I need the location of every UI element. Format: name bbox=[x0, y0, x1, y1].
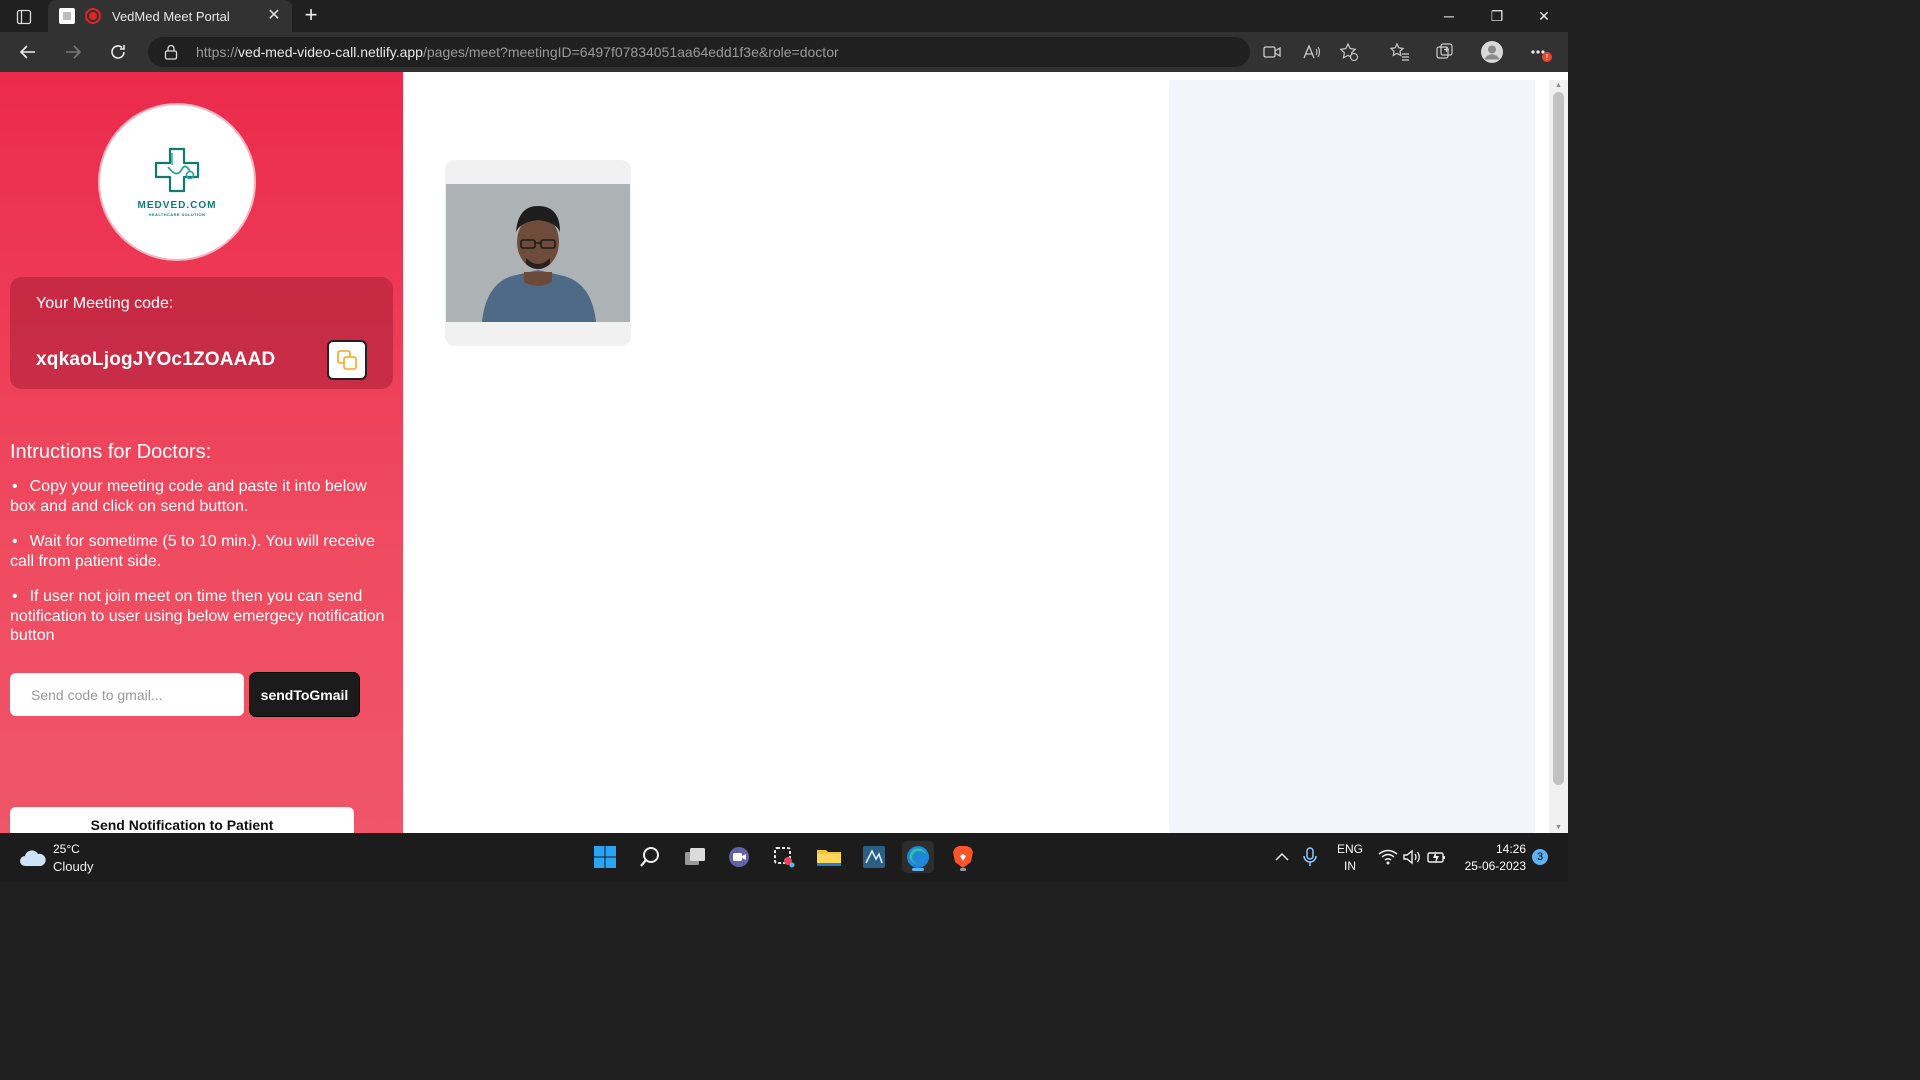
profile-avatar-icon[interactable] bbox=[1480, 40, 1504, 64]
web-page: MEDVED.COM HEALTHCARE SOLUTION Your Meet… bbox=[0, 72, 1568, 833]
url-text[interactable]: https://ved-med-video-call.netlify.app/p… bbox=[196, 44, 839, 60]
video-call-area bbox=[403, 72, 1169, 833]
windows-start-icon[interactable] bbox=[589, 841, 621, 873]
weather-temperature[interactable]: 25°C bbox=[53, 842, 80, 856]
minimize-button[interactable]: ─ bbox=[1426, 2, 1472, 30]
svg-text:!: ! bbox=[1546, 53, 1548, 62]
task-view-icon[interactable] bbox=[679, 841, 711, 873]
forward-button[interactable] bbox=[60, 40, 86, 64]
person-silhouette-icon bbox=[446, 184, 630, 322]
edge-browser-icon[interactable] bbox=[902, 841, 934, 873]
medved-logo: MEDVED.COM HEALTHCARE SOLUTION bbox=[98, 103, 256, 261]
language-indicator[interactable]: ENG bbox=[1334, 842, 1366, 856]
side-panel bbox=[1169, 80, 1535, 833]
restore-button[interactable]: ❐ bbox=[1474, 2, 1520, 30]
brave-browser-icon[interactable] bbox=[947, 841, 979, 873]
instruction-item: Copy your meeting code and paste it into… bbox=[10, 477, 395, 516]
tab-close-icon[interactable]: ✕ bbox=[264, 6, 284, 26]
tab-title: VedMed Meet Portal bbox=[112, 9, 230, 24]
region-indicator[interactable]: IN bbox=[1334, 859, 1366, 873]
send-notification-button[interactable]: Send Notification to Patient bbox=[10, 807, 354, 833]
copy-code-button[interactable] bbox=[327, 340, 367, 380]
close-window-button[interactable]: ✕ bbox=[1521, 2, 1567, 30]
instruction-item: Wait for sometime (5 to 10 min.). You wi… bbox=[10, 532, 395, 571]
active-app-indicator bbox=[912, 868, 924, 871]
medical-cross-logo-icon bbox=[154, 147, 200, 193]
meeting-code-label: Your Meeting code: bbox=[36, 295, 174, 312]
back-button[interactable] bbox=[15, 40, 41, 64]
refresh-button[interactable] bbox=[105, 40, 131, 64]
instructions-list: Copy your meeting code and paste it into… bbox=[10, 477, 395, 662]
scroll-up-arrow-icon[interactable]: ▲ bbox=[1554, 82, 1563, 89]
instruction-item: If user not join meet on time then you c… bbox=[10, 587, 395, 646]
weather-description[interactable]: Cloudy bbox=[53, 859, 93, 874]
search-icon[interactable] bbox=[634, 841, 666, 873]
collections-icon[interactable] bbox=[1433, 40, 1457, 64]
recording-indicator-icon bbox=[85, 8, 101, 24]
logo-brand-name: MEDVED.COM bbox=[137, 200, 217, 211]
favorites-icon[interactable] bbox=[1388, 40, 1412, 64]
meeting-code-card: Your Meeting code: xqkaoLjogJYOc1ZOAAAD bbox=[10, 277, 393, 389]
doctor-sidebar: MEDVED.COM HEALTHCARE SOLUTION Your Meet… bbox=[0, 72, 403, 833]
windows-taskbar: 25°C Cloudy ENG IN 14:26 25-06-2023 bbox=[0, 833, 1568, 882]
url-scheme: https:// bbox=[196, 44, 239, 60]
notification-count-badge[interactable]: 3 bbox=[1532, 849, 1548, 865]
page-scrollbar[interactable]: ▲ ▼ bbox=[1549, 80, 1568, 833]
snipping-tool-icon[interactable] bbox=[768, 841, 800, 873]
file-explorer-icon[interactable] bbox=[813, 841, 845, 873]
scroll-down-arrow-icon[interactable]: ▼ bbox=[1554, 824, 1563, 831]
meeting-code-value: xqkaoLjogJYOc1ZOAAAD bbox=[36, 349, 276, 370]
camera-in-use-icon[interactable] bbox=[1260, 40, 1284, 64]
page-favicon-icon bbox=[59, 8, 75, 24]
settings-more-icon[interactable]: ! bbox=[1528, 40, 1552, 64]
read-aloud-icon[interactable] bbox=[1300, 40, 1324, 64]
instructions-heading: Intructions for Doctors: bbox=[10, 441, 212, 463]
gmail-input[interactable] bbox=[10, 673, 244, 716]
teams-chat-icon[interactable] bbox=[723, 841, 755, 873]
lock-icon[interactable] bbox=[164, 44, 178, 65]
battery-charging-icon[interactable] bbox=[1421, 841, 1453, 873]
scrollbar-thumb[interactable] bbox=[1553, 92, 1564, 785]
browser-navbar: https://ved-med-video-call.netlify.app/p… bbox=[0, 32, 1568, 72]
browser-tab[interactable]: VedMed Meet Portal ✕ bbox=[48, 0, 292, 32]
url-host: ved-med-video-call.netlify.app bbox=[238, 44, 423, 60]
cloudy-weather-icon[interactable] bbox=[18, 847, 48, 869]
send-to-gmail-button[interactable]: sendToGmail bbox=[249, 672, 360, 717]
copy-icon bbox=[337, 350, 357, 370]
mysql-workbench-icon[interactable] bbox=[858, 841, 890, 873]
microphone-icon[interactable] bbox=[1294, 841, 1326, 873]
logo-tagline: HEALTHCARE SOLUTION bbox=[148, 212, 206, 217]
new-tab-button[interactable]: + bbox=[300, 4, 322, 26]
url-path: /pages/meet?meetingID=6497f07834051aa64e… bbox=[422, 44, 839, 60]
add-favorite-icon[interactable] bbox=[1337, 40, 1361, 64]
clock-time[interactable]: 14:26 bbox=[1460, 842, 1526, 856]
address-bar[interactable]: https://ved-med-video-call.netlify.app/p… bbox=[148, 37, 1250, 67]
browser-titlebar: VedMed Meet Portal ✕ + ─ ❐ ✕ bbox=[0, 0, 1568, 32]
clock-date[interactable]: 25-06-2023 bbox=[1456, 859, 1526, 873]
tab-actions-icon[interactable] bbox=[10, 6, 38, 28]
webcam-video-feed bbox=[446, 184, 630, 322]
running-app-indicator bbox=[960, 868, 966, 871]
local-video-tile[interactable] bbox=[445, 160, 631, 346]
